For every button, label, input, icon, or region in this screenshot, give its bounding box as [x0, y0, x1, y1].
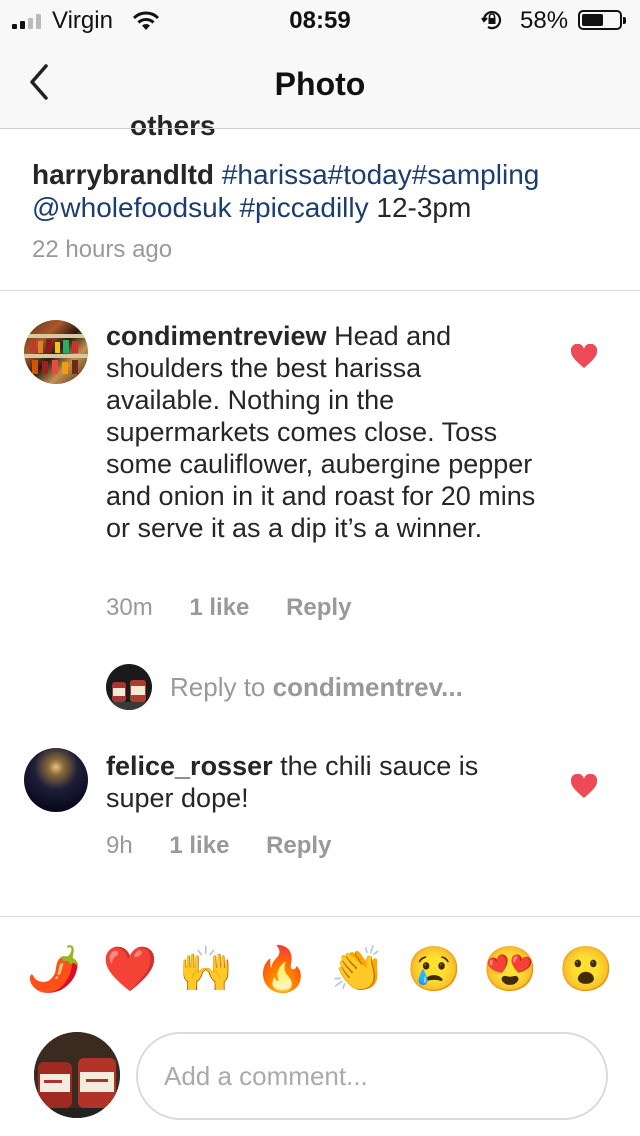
- divider: [0, 290, 640, 291]
- reply-to-prompt[interactable]: Reply to condimentrev...: [170, 672, 463, 703]
- caption-hashtags[interactable]: #harissa#today#sampling: [222, 159, 540, 190]
- comment-text: Head and shoulders the best harissa avai…: [106, 321, 536, 543]
- chili-pepper-emoji-button[interactable]: 🌶️: [26, 942, 82, 998]
- reply-prompt-prefix: Reply to: [170, 672, 273, 702]
- red-heart-emoji-button[interactable]: ❤️: [102, 942, 158, 998]
- comment-likes-link[interactable]: 1 like: [189, 594, 249, 621]
- clapping-hands-emoji-button[interactable]: 👏: [330, 942, 386, 998]
- like-heart-icon[interactable]: [570, 774, 598, 800]
- comment-meta: 9h 1 like Reply: [106, 832, 361, 860]
- status-bar: Virgin 08:59 58%: [0, 0, 640, 40]
- comment-age: 30m: [106, 594, 153, 621]
- heart-eyes-emoji-button[interactable]: 😍: [482, 942, 538, 998]
- reply-button[interactable]: Reply: [266, 832, 331, 859]
- crying-face-emoji-button[interactable]: 😢: [406, 942, 462, 998]
- harissa-jar-icon: [106, 680, 152, 710]
- navigation-bar: Photo: [0, 40, 640, 129]
- divider: [0, 916, 640, 917]
- caption-mention[interactable]: @wholefoodsuk: [32, 192, 232, 223]
- harissa-jars-icon: [34, 1032, 120, 1118]
- page-title: Photo: [274, 66, 366, 102]
- caption-location-tag[interactable]: #piccadilly: [239, 192, 368, 223]
- comment-age: 9h: [106, 832, 133, 859]
- comment-body: condimentreview Head and shoulders the b…: [106, 320, 538, 544]
- post-timestamp: 22 hours ago: [32, 236, 173, 263]
- comment-avatar[interactable]: [24, 748, 88, 812]
- caption-username[interactable]: harrybrandltd: [32, 159, 214, 190]
- battery-percent: 58%: [520, 7, 569, 34]
- raising-hands-emoji-button[interactable]: 🙌: [178, 942, 234, 998]
- post-caption: harrybrandltd #harissa#today#sampling @w…: [32, 158, 622, 224]
- comment-meta: 30m 1 like Reply: [106, 594, 381, 622]
- surprised-face-emoji-button[interactable]: 😮: [558, 942, 614, 998]
- reply-avatar[interactable]: [106, 664, 152, 710]
- fire-emoji-button[interactable]: 🔥: [254, 942, 310, 998]
- clipped-likes-text: others: [130, 110, 216, 141]
- comment-body: felice_rosser the chili sauce is super d…: [106, 750, 538, 814]
- battery-icon: [578, 10, 626, 30]
- comment-likes-link[interactable]: 1 like: [169, 832, 229, 859]
- reply-prompt-username: condimentrev...: [272, 672, 463, 702]
- comment-avatar[interactable]: [24, 320, 88, 384]
- shelf-photo-icon: [24, 334, 88, 374]
- comment-username[interactable]: felice_rosser: [106, 751, 273, 781]
- rotation-lock-icon: [481, 11, 502, 30]
- add-comment-input[interactable]: Add a comment...: [136, 1032, 608, 1120]
- comment-username[interactable]: condimentreview: [106, 321, 327, 351]
- reply-button[interactable]: Reply: [286, 594, 351, 621]
- like-heart-icon[interactable]: [570, 344, 598, 370]
- current-user-avatar[interactable]: [34, 1032, 120, 1118]
- caption-text: 12-3pm: [368, 192, 472, 223]
